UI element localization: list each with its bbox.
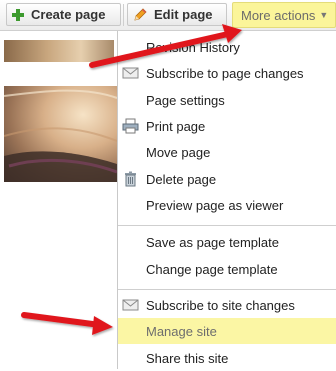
chevron-down-icon: ▼ bbox=[319, 10, 329, 20]
edit-page-button[interactable]: Edit page bbox=[127, 3, 227, 26]
pencil-icon bbox=[134, 7, 147, 21]
more-actions-button[interactable]: More actions ▼ bbox=[232, 2, 336, 28]
menu-item-label: Change page template bbox=[146, 261, 278, 277]
menu-item-share-site[interactable]: Share this site bbox=[118, 345, 336, 371]
page-image-strip bbox=[4, 40, 114, 62]
toolbar-divider bbox=[123, 4, 124, 26]
menu-item-label: Preview page as viewer bbox=[146, 197, 284, 213]
menu-item-label: Page settings bbox=[146, 92, 225, 108]
menu-item-label: Move page bbox=[146, 144, 211, 160]
more-actions-label: More actions bbox=[241, 7, 316, 23]
tent-illustration bbox=[4, 89, 117, 182]
create-page-label: Create page bbox=[31, 7, 106, 22]
menu-item-change-template[interactable]: Change page template bbox=[118, 256, 336, 282]
menu-item-delete-page[interactable]: Delete page bbox=[118, 166, 336, 192]
create-page-button[interactable]: Create page bbox=[6, 3, 121, 26]
menu-item-label: Delete page bbox=[146, 171, 217, 187]
menu-item-label: Manage site bbox=[146, 323, 217, 339]
menu-item-move-page[interactable]: Move page bbox=[118, 139, 336, 165]
toolbar: Create page Edit page More actions ▼ bbox=[0, 0, 336, 31]
menu-item-print-page[interactable]: Print page bbox=[118, 113, 336, 139]
menu-item-label: Share this site bbox=[146, 350, 229, 366]
menu-divider bbox=[118, 225, 336, 226]
menu-item-label: Subscribe to page changes bbox=[146, 65, 304, 81]
menu-item-label: Revision History bbox=[146, 39, 240, 55]
menu-item-preview-as-viewer[interactable]: Preview page as viewer bbox=[118, 192, 336, 218]
menu-item-save-as-template[interactable]: Save as page template bbox=[118, 229, 336, 255]
menu-item-label: Subscribe to site changes bbox=[146, 297, 295, 313]
menu-item-label: Save as page template bbox=[146, 234, 279, 250]
menu-divider bbox=[118, 289, 336, 290]
menu-item-revision-history[interactable]: Revision History bbox=[118, 34, 336, 60]
page-image-tent bbox=[4, 86, 117, 182]
trash-icon bbox=[125, 171, 136, 187]
page-content bbox=[0, 31, 117, 369]
menu-item-subscribe-site-changes[interactable]: Subscribe to site changes bbox=[118, 292, 336, 318]
menu-item-page-settings[interactable]: Page settings bbox=[118, 87, 336, 113]
menu-item-subscribe-page-changes[interactable]: Subscribe to page changes bbox=[118, 60, 336, 86]
envelope-icon bbox=[122, 299, 139, 311]
menu-item-label: Print page bbox=[146, 118, 206, 134]
printer-icon bbox=[122, 118, 139, 134]
more-actions-menu: Revision History Subscribe to page chang… bbox=[117, 31, 336, 369]
edit-page-label: Edit page bbox=[154, 7, 213, 22]
envelope-icon bbox=[122, 67, 139, 79]
plus-icon bbox=[11, 8, 25, 22]
menu-item-manage-site[interactable]: Manage site bbox=[118, 318, 336, 344]
